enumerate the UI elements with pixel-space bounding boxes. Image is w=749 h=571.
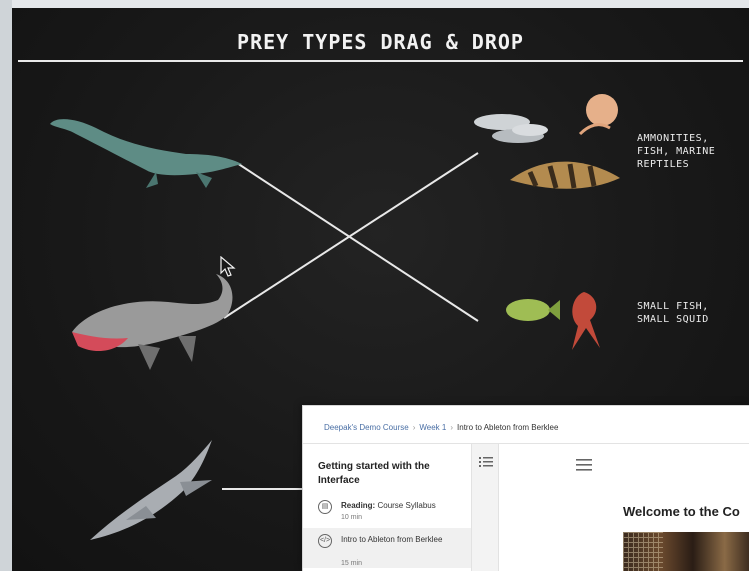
lesson-item-intro-ableton[interactable]: </> Intro to Ableton from Berklee 15 min	[303, 528, 471, 568]
mouse-cursor-icon	[220, 256, 236, 277]
module-title: Getting started with the Interface	[318, 461, 430, 486]
lesson-duration: 10 min	[341, 514, 363, 521]
lesson-duration: 15 min	[341, 560, 363, 567]
lesson-title: Intro to Ableton from Berklee	[341, 535, 443, 544]
connection-line-1	[236, 162, 479, 322]
video-thumbnail[interactable]	[623, 532, 749, 571]
welcome-heading: Welcome to the Co	[623, 504, 740, 519]
prey-group-small-fish-squid	[506, 292, 600, 350]
code-icon: </>	[318, 534, 332, 548]
breadcrumb-week-link[interactable]: Week 1	[419, 423, 446, 432]
plesiosaur-draggable[interactable]	[46, 114, 246, 194]
lesson-title: Course Syllabus	[377, 501, 436, 510]
pliosaur-draggable[interactable]	[86, 436, 216, 546]
prey-group-ammonites-fish	[474, 94, 620, 189]
breadcrumb-separator: ›	[450, 423, 454, 432]
list-icon[interactable]	[479, 456, 493, 468]
sidebar-rail	[471, 444, 499, 571]
answer-label-ammonites: AMMONITIES, FISH, MARINE REPTILES	[637, 133, 716, 170]
course-window: Deepak's Demo Course › Week 1 › Intro to Abl…	[302, 405, 749, 571]
connection-line-2	[223, 152, 479, 319]
window-left-strip	[0, 0, 12, 571]
lesson-type: Reading:	[341, 501, 376, 510]
menu-icon[interactable]	[576, 458, 592, 472]
window-top-strip	[0, 0, 749, 8]
book-icon: ▤	[318, 500, 332, 514]
lesson-sidebar: Getting started with the Interface ▤ Rea…	[303, 444, 471, 571]
breadcrumb-course-link[interactable]: Deepak's Demo Course	[324, 423, 409, 432]
video-thumbnail-pattern	[623, 532, 663, 571]
mosasaur-draggable[interactable]	[68, 270, 238, 378]
lesson-label: Reading: Course Syllabus	[341, 500, 461, 512]
breadcrumb-separator: ›	[412, 423, 416, 432]
answer-label-small-fish: SMALL FISH, SMALL SQUID	[637, 301, 709, 325]
breadcrumb: Deepak's Demo Course › Week 1 › Intro to Abl…	[324, 423, 558, 432]
breadcrumb-current: Intro to Ableton from Berklee	[457, 423, 559, 432]
